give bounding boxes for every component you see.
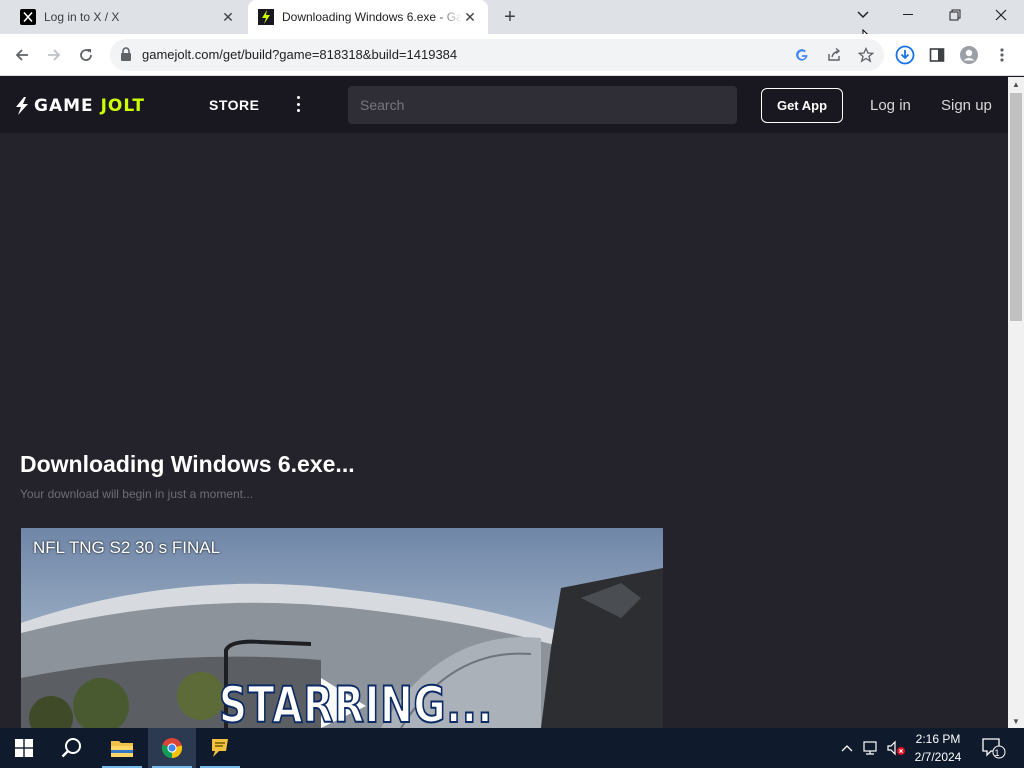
url-text[interactable]: gamejolt.com/get/build?game=818318&build… <box>142 47 457 62</box>
bookmark-star-icon[interactable] <box>856 45 876 65</box>
feedback-app-icon[interactable] <box>196 728 244 768</box>
close-tab-icon[interactable]: ✕ <box>462 9 478 25</box>
page-content: Downloading Windows 6.exe... Your downlo… <box>0 133 1008 728</box>
new-tab-icon[interactable]: + <box>498 5 522 29</box>
page-scrollbar[interactable]: ▲ ▼ <box>1008 77 1024 728</box>
lock-icon[interactable] <box>120 47 132 66</box>
chrome-menu-icon[interactable] <box>991 44 1013 66</box>
store-link[interactable]: STORE <box>209 97 259 113</box>
gamejolt-icon <box>258 9 274 25</box>
file-explorer-icon[interactable] <box>98 728 146 768</box>
site-header: GAME JOLT STORE Get App Log in Sign up <box>0 77 1008 133</box>
get-app-button[interactable]: Get App <box>761 88 843 123</box>
logo-wordmark: GAME JOLT <box>34 96 145 116</box>
video-player[interactable]: NFL TNG S2 30 s FINAL STARRING... <box>21 528 663 728</box>
profile-avatar-icon[interactable] <box>958 44 980 66</box>
close-tab-icon[interactable]: ✕ <box>220 9 236 25</box>
side-panel-icon[interactable] <box>926 44 948 66</box>
minimize-icon[interactable] <box>886 0 932 30</box>
tab-x-login[interactable]: Log in to X / X ✕ <box>0 0 246 34</box>
download-icon[interactable] <box>894 44 916 66</box>
scroll-down-icon[interactable]: ▼ <box>1008 714 1024 728</box>
download-subtitle: Your download will begin in just a momen… <box>20 487 254 501</box>
forward-icon[interactable] <box>41 42 67 68</box>
logo-text-jolt: JOLT <box>100 96 145 116</box>
windows-taskbar: 2:16 PM 2/7/2024 1 <box>0 728 1024 768</box>
search-input[interactable] <box>348 86 737 124</box>
reload-icon[interactable] <box>73 42 99 68</box>
share-icon[interactable] <box>824 45 844 65</box>
windows-start-icon[interactable] <box>0 728 48 768</box>
volume-muted-icon[interactable] <box>884 728 908 768</box>
search-icon[interactable] <box>48 728 96 768</box>
notification-count: 1 <box>994 748 1000 758</box>
browser-tab-strip: Log in to X / X ✕ Downloading Windows 6.… <box>0 0 1024 47</box>
restore-icon[interactable] <box>932 0 978 30</box>
sign-up-link[interactable]: Sign up <box>941 97 992 114</box>
gamejolt-logo[interactable]: GAME JOLT <box>14 96 145 116</box>
lightning-icon <box>16 97 28 115</box>
google-icon[interactable] <box>792 45 812 65</box>
system-clock[interactable]: 2:16 PM 2/7/2024 <box>906 730 970 766</box>
close-window-icon[interactable] <box>978 0 1024 30</box>
tab-title: Log in to X / X <box>44 10 120 24</box>
video-title: NFL TNG S2 30 s FINAL <box>33 538 221 557</box>
browser-toolbar: gamejolt.com/get/build?game=818318&build… <box>0 34 1024 76</box>
chrome-taskbar-icon[interactable] <box>148 728 196 768</box>
network-icon[interactable] <box>860 728 882 768</box>
log-in-link[interactable]: Log in <box>870 97 911 114</box>
tab-search-chevron-icon[interactable] <box>840 0 886 30</box>
x-logo-icon <box>20 9 36 25</box>
notifications-icon[interactable]: 1 <box>978 728 1008 768</box>
play-icon[interactable] <box>317 678 367 728</box>
scroll-up-icon[interactable]: ▲ <box>1008 77 1024 91</box>
address-bar[interactable]: gamejolt.com/get/build?game=818318&build… <box>110 39 884 71</box>
back-icon[interactable] <box>9 42 35 68</box>
logo-text-game: GAME <box>34 96 94 116</box>
more-menu-icon[interactable] <box>292 94 304 114</box>
show-hidden-icons-chevron-icon[interactable] <box>838 728 856 768</box>
clock-date: 2/7/2024 <box>914 750 962 764</box>
scrollbar-thumb[interactable] <box>1010 93 1022 321</box>
download-title: Downloading Windows 6.exe... <box>20 451 355 477</box>
clock-time: 2:16 PM <box>915 732 961 746</box>
tab-title: Downloading Windows 6.exe - Game Jolt <box>282 10 462 24</box>
tab-gamejolt-download[interactable]: Downloading Windows 6.exe - Game Jolt ✕ <box>248 0 488 34</box>
